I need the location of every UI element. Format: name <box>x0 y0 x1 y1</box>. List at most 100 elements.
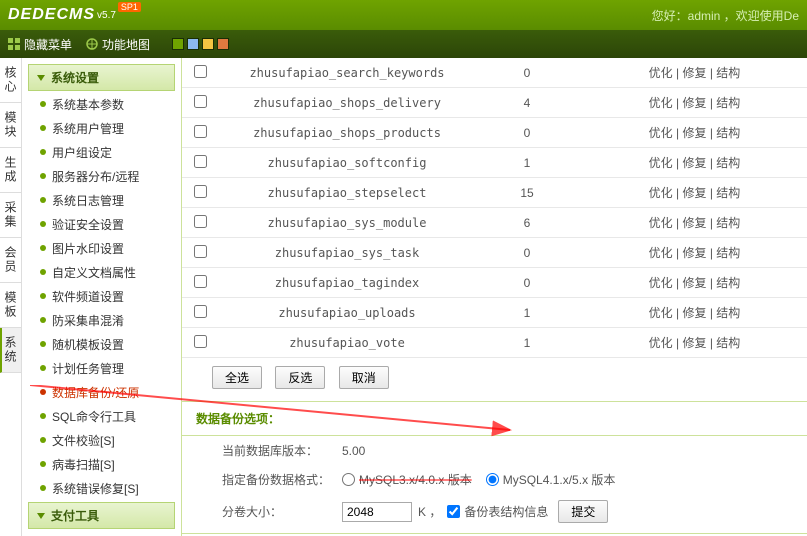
table-count-cell: 1 <box>472 148 582 178</box>
table-actions-cell: 优化 | 修复 | 结构 <box>582 148 807 178</box>
struct-link[interactable]: 结构 <box>716 66 740 80</box>
sidebar-item[interactable]: 验证安全设置 <box>28 213 175 236</box>
select-all-button[interactable]: 全选 <box>212 366 262 389</box>
vtab-5[interactable]: 模板 <box>0 283 21 328</box>
vtab-2[interactable]: 生成 <box>0 148 21 193</box>
sidebar-item[interactable]: 点卡产品分类 <box>28 531 175 536</box>
sidebar-group-system[interactable]: 系统设置 <box>28 64 175 91</box>
hide-menu-link[interactable]: 隐藏菜单 <box>8 36 72 53</box>
func-map-link[interactable]: 功能地图 <box>86 36 150 53</box>
struct-link[interactable]: 结构 <box>716 246 740 260</box>
row-checkbox[interactable] <box>194 305 207 318</box>
row-checkbox[interactable] <box>194 155 207 168</box>
format-opt1-label: MySQL3.x/4.0.x 版本 <box>359 471 472 488</box>
chunk-size-input[interactable] <box>342 502 412 522</box>
table-row: zhusufapiao_sys_module6优化 | 修复 | 结构 <box>182 208 807 238</box>
grid-icon <box>8 38 20 50</box>
row-checkbox[interactable] <box>194 245 207 258</box>
sidebar-group-label: 系统设置 <box>51 69 99 86</box>
sidebar-item[interactable]: 病毒扫描[S] <box>28 453 175 476</box>
sidebar-item[interactable]: 图片水印设置 <box>28 237 175 260</box>
sidebar-item[interactable]: 数据库备份/还原 <box>28 381 175 404</box>
sidebar-item[interactable]: 服务器分布/远程 <box>28 165 175 188</box>
cancel-select-button[interactable]: 取消 <box>339 366 389 389</box>
sidebar-item[interactable]: SQL命令行工具 <box>28 405 175 428</box>
optimize-link[interactable]: 优化 <box>649 126 673 140</box>
struct-link[interactable]: 结构 <box>716 156 740 170</box>
invert-select-button[interactable]: 反选 <box>275 366 325 389</box>
table-count-cell: 1 <box>472 328 582 358</box>
format-radio-2[interactable] <box>486 473 499 486</box>
backup-options-header: 数据备份选项： <box>182 401 807 436</box>
sidebar-item[interactable]: 软件频道设置 <box>28 285 175 308</box>
repair-link[interactable]: 修复 <box>682 126 706 140</box>
table-name-cell: zhusufapiao_sys_module <box>222 208 472 238</box>
row-checkbox[interactable] <box>194 275 207 288</box>
table-count-cell: 1 <box>472 298 582 328</box>
vtab-6[interactable]: 系统 <box>0 328 21 373</box>
sidebar-item[interactable]: 文件校验[S] <box>28 429 175 452</box>
repair-link[interactable]: 修复 <box>682 246 706 260</box>
optimize-link[interactable]: 优化 <box>649 186 673 200</box>
vtab-3[interactable]: 采集 <box>0 193 21 238</box>
theme-color-2[interactable] <box>202 38 214 50</box>
repair-link[interactable]: 修复 <box>682 66 706 80</box>
optimize-link[interactable]: 优化 <box>649 306 673 320</box>
table-name-cell: zhusufapiao_sys_task <box>222 238 472 268</box>
format-radio-1[interactable] <box>342 473 355 486</box>
table-actions-cell: 优化 | 修复 | 结构 <box>582 238 807 268</box>
struct-link[interactable]: 结构 <box>716 306 740 320</box>
row-checkbox[interactable] <box>194 125 207 138</box>
format-opt-mysql4[interactable]: MySQL3.x/4.0.x 版本 <box>342 471 472 488</box>
sidebar-item[interactable]: 系统日志管理 <box>28 189 175 212</box>
vtab-4[interactable]: 会员 <box>0 238 21 283</box>
repair-link[interactable]: 修复 <box>682 96 706 110</box>
sidebar-item[interactable]: 系统基本参数 <box>28 93 175 116</box>
table-row: zhusufapiao_softconfig1优化 | 修复 | 结构 <box>182 148 807 178</box>
struct-link[interactable]: 结构 <box>716 336 740 350</box>
struct-link[interactable]: 结构 <box>716 186 740 200</box>
repair-link[interactable]: 修复 <box>682 216 706 230</box>
struct-link[interactable]: 结构 <box>716 126 740 140</box>
table-actions-cell: 优化 | 修复 | 结构 <box>582 328 807 358</box>
backup-struct-checkbox[interactable] <box>447 505 460 518</box>
vtab-0[interactable]: 核心 <box>0 58 21 103</box>
optimize-link[interactable]: 优化 <box>649 246 673 260</box>
vtab-1[interactable]: 模块 <box>0 103 21 148</box>
theme-color-0[interactable] <box>172 38 184 50</box>
row-checkbox[interactable] <box>194 95 207 108</box>
sidebar-group-payment[interactable]: 支付工具 <box>28 502 175 529</box>
optimize-link[interactable]: 优化 <box>649 156 673 170</box>
row-checkbox[interactable] <box>194 185 207 198</box>
theme-color-1[interactable] <box>187 38 199 50</box>
sidebar-item[interactable]: 系统用户管理 <box>28 117 175 140</box>
row-checkbox[interactable] <box>194 215 207 228</box>
submit-button[interactable]: 提交 <box>558 500 608 523</box>
format-opt-mysql5[interactable]: MySQL4.1.x/5.x 版本 <box>486 471 616 488</box>
repair-link[interactable]: 修复 <box>682 306 706 320</box>
optimize-link[interactable]: 优化 <box>649 216 673 230</box>
sidebar-item[interactable]: 系统错误修复[S] <box>28 477 175 500</box>
sidebar-item[interactable]: 计划任务管理 <box>28 357 175 380</box>
backup-struct-check[interactable]: 备份表结构信息 <box>447 503 548 520</box>
repair-link[interactable]: 修复 <box>682 336 706 350</box>
optimize-link[interactable]: 优化 <box>649 96 673 110</box>
sidebar-item[interactable]: 用户组设定 <box>28 141 175 164</box>
sidebar-item[interactable]: 自定义文档属性 <box>28 261 175 284</box>
optimize-link[interactable]: 优化 <box>649 336 673 350</box>
struct-link[interactable]: 结构 <box>716 276 740 290</box>
row-checkbox[interactable] <box>194 65 207 78</box>
sidebar-item[interactable]: 随机模板设置 <box>28 333 175 356</box>
repair-link[interactable]: 修复 <box>682 186 706 200</box>
table-name-cell: zhusufapiao_uploads <box>222 298 472 328</box>
sidebar-item[interactable]: 防采集串混淆 <box>28 309 175 332</box>
repair-link[interactable]: 修复 <box>682 276 706 290</box>
repair-link[interactable]: 修复 <box>682 156 706 170</box>
struct-link[interactable]: 结构 <box>716 96 740 110</box>
sidebar-group-label: 支付工具 <box>51 507 99 524</box>
optimize-link[interactable]: 优化 <box>649 66 673 80</box>
theme-color-3[interactable] <box>217 38 229 50</box>
struct-link[interactable]: 结构 <box>716 216 740 230</box>
row-checkbox[interactable] <box>194 335 207 348</box>
optimize-link[interactable]: 优化 <box>649 276 673 290</box>
